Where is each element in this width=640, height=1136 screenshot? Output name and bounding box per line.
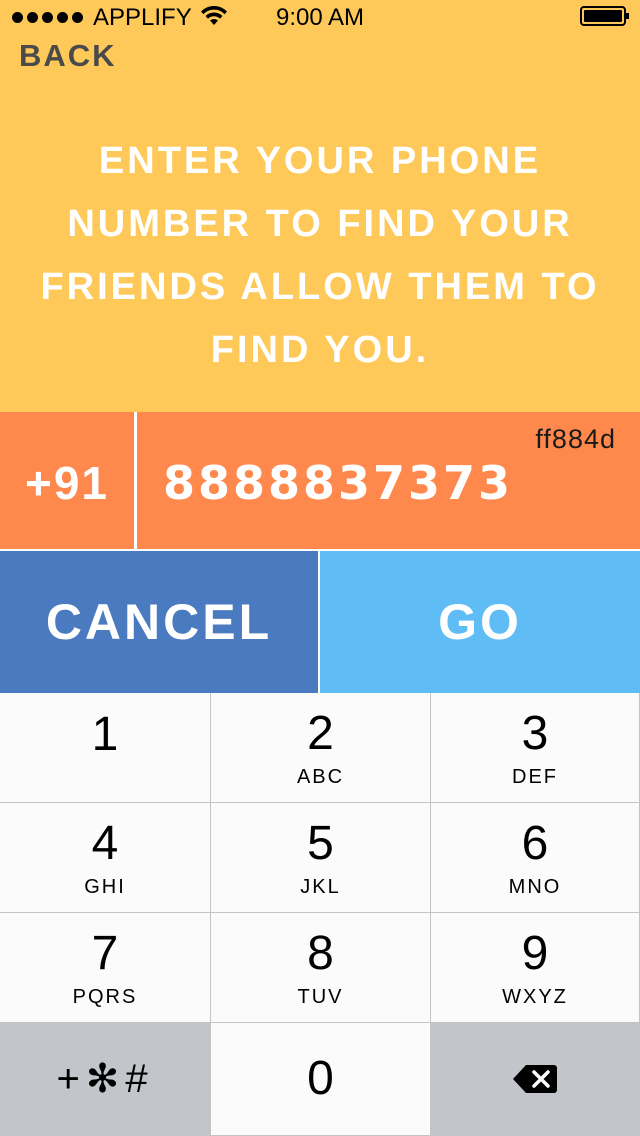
key-digit: 7 [91, 926, 119, 980]
key-digit: 2 [307, 706, 334, 760]
status-time: 9:00 AM [275, 4, 365, 31]
key-digit: 3 [521, 706, 549, 760]
key-5[interactable]: 5 JKL [211, 803, 431, 913]
key-9[interactable]: 9 WXYZ [431, 913, 640, 1023]
key-2[interactable]: 2 ABC [211, 693, 431, 803]
key-digit: 9 [521, 926, 549, 980]
key-digit: 5 [307, 816, 334, 870]
phone-entry-screen: APPLIFY 9:00 AM BACK ENTER YOUR PHONE NU… [0, 0, 640, 1136]
key-1[interactable]: 1 [0, 693, 211, 803]
battery-icon [580, 6, 629, 26]
numeric-keypad: 1 2 ABC 3 DEF 4 GHI 5 JKL 6 MNO 7 PQRS 8… [0, 693, 640, 1136]
key-letters: JKL [300, 875, 341, 898]
key-delete[interactable] [431, 1023, 640, 1136]
go-button[interactable]: GO [320, 551, 640, 693]
key-0[interactable]: 0 [211, 1023, 431, 1136]
header-area: APPLIFY 9:00 AM BACK ENTER YOUR PHONE NU… [0, 0, 640, 412]
key-3[interactable]: 3 DEF [431, 693, 640, 803]
back-button[interactable]: BACK [19, 38, 117, 74]
key-digit: 0 [307, 1052, 334, 1105]
key-letters: MNO [508, 875, 562, 898]
key-letters: PQRS [72, 985, 138, 1008]
phone-number-input[interactable] [163, 452, 623, 514]
country-code-selector[interactable]: +91 [0, 412, 137, 549]
key-8[interactable]: 8 TUV [211, 913, 431, 1023]
key-4[interactable]: 4 GHI [0, 803, 211, 913]
phone-entry-row: +91 ff884d [0, 412, 640, 551]
instruction-text: ENTER YOUR PHONE NUMBER TO FIND YOUR FRI… [40, 140, 600, 371]
color-code-label: ff884d [535, 424, 616, 454]
action-buttons: CANCEL GO [0, 551, 640, 693]
backspace-icon [513, 1065, 557, 1093]
cancel-button[interactable]: CANCEL [0, 551, 320, 693]
key-digit: 8 [307, 926, 334, 980]
key-letters: TUV [297, 985, 344, 1008]
key-7[interactable]: 7 PQRS [0, 913, 211, 1023]
key-6[interactable]: 6 MNO [431, 803, 640, 913]
key-digit: 6 [521, 816, 549, 870]
status-bar: APPLIFY 9:00 AM [0, 0, 640, 36]
key-letters: GHI [84, 875, 126, 898]
key-digit: 4 [91, 816, 119, 870]
key-letters: DEF [512, 765, 558, 788]
key-symbols[interactable]: +✻# [0, 1023, 211, 1136]
symbols-label: +✻# [56, 1057, 154, 1101]
key-letters: WXYZ [502, 985, 568, 1008]
key-letters: ABC [296, 765, 345, 788]
key-digit: 1 [91, 707, 119, 761]
